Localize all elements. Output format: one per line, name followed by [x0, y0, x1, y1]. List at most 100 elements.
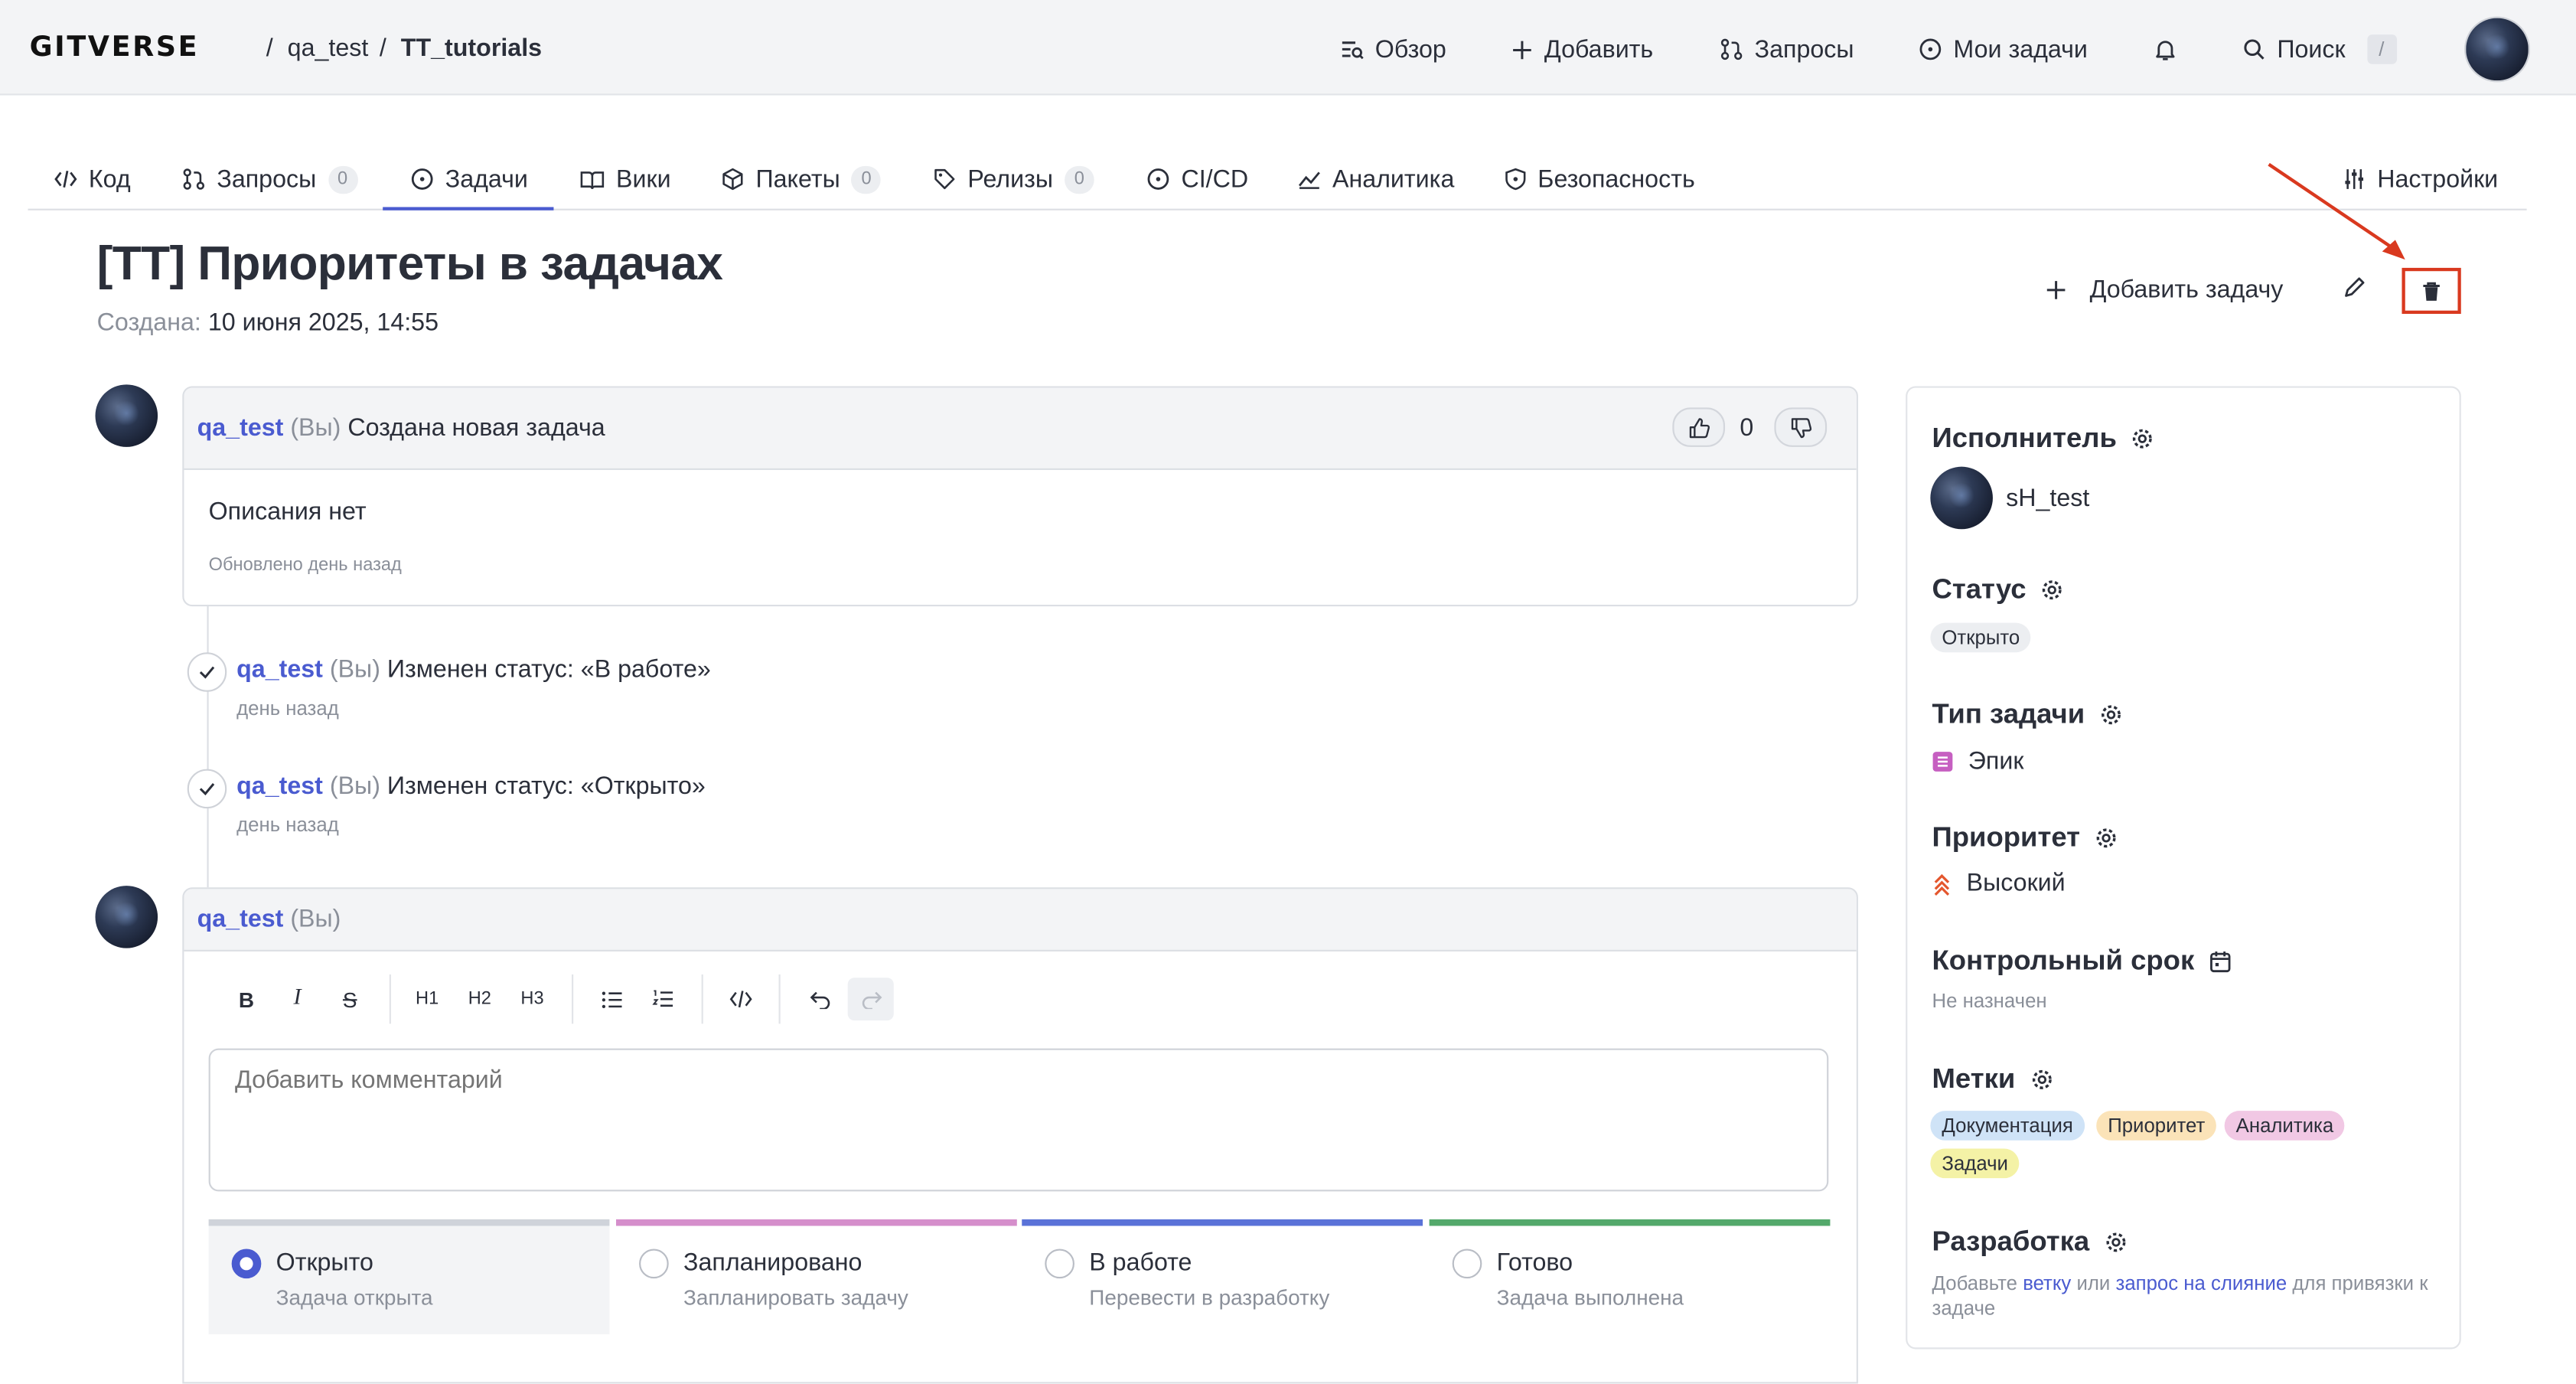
assignee-name[interactable]: sH_test [2006, 485, 2089, 512]
development-section: Разработка [1932, 1226, 2128, 1258]
priority-label: Высокий [1966, 869, 2066, 898]
issue-sidebar: Исполнитель sH_test Статус Открыто Тип з… [1906, 386, 2461, 1350]
status-radio[interactable] [1452, 1249, 1482, 1279]
thumbs-down-button[interactable] [1774, 407, 1828, 447]
user-avatar[interactable] [2464, 16, 2530, 83]
event-text: Изменен статус: «В работе» [386, 655, 711, 684]
composer-author[interactable]: qa_test [197, 906, 284, 933]
heading2-button[interactable]: H2 [457, 978, 503, 1020]
tab-wiki[interactable]: Вики [580, 151, 671, 207]
merge-request-link[interactable]: запрос на слияние [2116, 1272, 2287, 1295]
bold-button[interactable]: B [223, 978, 269, 1020]
tab-packages-count: 0 [851, 165, 882, 194]
calendar-icon[interactable] [2209, 950, 2231, 973]
add-task-label: Добавить задачу [2089, 275, 2284, 304]
tab-code[interactable]: Код [54, 151, 131, 207]
gear-icon[interactable] [2030, 1068, 2053, 1091]
thumbs-up-button[interactable] [1672, 407, 1726, 447]
status-heading: Статус [1932, 573, 2027, 605]
tag-icon [933, 168, 956, 191]
nav-overview[interactable]: Обзор [1341, 31, 1446, 67]
branch-link[interactable]: ветку [2023, 1272, 2071, 1295]
code-block-button[interactable] [718, 978, 764, 1020]
tab-releases[interactable]: Релизы 0 [933, 151, 1094, 207]
italic-button[interactable]: I [274, 978, 320, 1020]
bullet-list-button[interactable] [589, 978, 634, 1020]
description-card-header: qa_test (Вы) Создана новая задача 0 [184, 387, 1857, 470]
heading3-button[interactable]: H3 [509, 978, 555, 1020]
priority-heading: Приоритет [1932, 821, 2081, 854]
breadcrumb-owner[interactable]: qa_test [288, 34, 369, 62]
plus-icon [2046, 279, 2067, 300]
gear-icon[interactable] [2100, 703, 2123, 726]
description-card: qa_test (Вы) Создана новая задача 0 Опис… [182, 386, 1858, 607]
tab-cicd[interactable]: CI/CD [1146, 151, 1248, 207]
issue-circle-icon [1919, 38, 1942, 60]
nav-my-tasks-label: Мои задачи [1953, 35, 2088, 64]
strike-button[interactable]: S [327, 978, 373, 1020]
gear-icon[interactable] [2131, 427, 2154, 450]
undo-button[interactable] [797, 978, 843, 1020]
gear-icon[interactable] [2095, 827, 2118, 850]
created-label: Создана: [96, 308, 201, 338]
nav-requests-label: Запросы [1754, 35, 1854, 64]
nav-add[interactable]: Добавить [1511, 31, 1653, 67]
event-line: qa_test (Вы) Изменен статус: «Открыто» [236, 772, 706, 800]
status-option-in-progress[interactable]: В работе Перевести в разработку [1022, 1219, 1423, 1334]
tab-security[interactable]: Безопасность [1505, 151, 1695, 207]
status-name: В работе [1089, 1249, 1192, 1277]
status-name: Запланировано [683, 1249, 862, 1277]
toolbar-divider [572, 974, 574, 1024]
tab-packages[interactable]: Пакеты 0 [721, 151, 882, 207]
tab-analytics[interactable]: Аналитика [1298, 151, 1454, 207]
ordered-list-icon [651, 989, 673, 1009]
priority-value: Высокий [1932, 870, 2066, 897]
shield-icon [1505, 168, 1526, 191]
heading1-button[interactable]: H1 [404, 978, 450, 1020]
edit-button[interactable] [2343, 276, 2366, 299]
labels-heading: Метки [1932, 1062, 2016, 1095]
gear-icon[interactable] [2041, 579, 2064, 602]
plus-icon [1511, 38, 1533, 60]
check-icon [199, 665, 215, 679]
trash-icon [2421, 280, 2441, 302]
tab-analytics-label: Аналитика [1332, 165, 1455, 194]
tab-requests[interactable]: Запросы 0 [182, 151, 357, 207]
status-radio-selected[interactable] [231, 1249, 262, 1279]
event-author[interactable]: qa_test [236, 772, 323, 800]
status-option-open[interactable]: Открыто Задача открыта [208, 1219, 610, 1335]
composer-avatar [95, 886, 158, 948]
nav-requests[interactable]: Запросы [1720, 31, 1854, 67]
search-icon [2242, 38, 2265, 60]
deadline-heading: Контрольный срок [1932, 945, 2195, 977]
gitverse-logo[interactable]: GITVERSE [30, 31, 200, 64]
status-option-planned[interactable]: Запланировано Запланировать задачу [616, 1219, 1017, 1334]
labels-section: Метки [1932, 1063, 2053, 1096]
comment-author[interactable]: qa_test [197, 414, 284, 442]
nav-overview-label: Обзор [1374, 35, 1446, 64]
assignee-heading: Исполнитель [1932, 422, 2117, 454]
comment-input[interactable] [208, 1048, 1829, 1192]
status-radio[interactable] [1045, 1249, 1074, 1279]
ordered-list-button[interactable] [639, 978, 685, 1020]
breadcrumb-repo[interactable]: TT_tutorials [401, 34, 542, 62]
search-button[interactable]: Поиск / [2242, 31, 2397, 67]
notifications-button[interactable] [2154, 31, 2177, 67]
add-task-button[interactable]: Добавить задачу [2046, 273, 2284, 305]
tab-tasks[interactable]: Задачи [382, 151, 556, 211]
redo-button[interactable] [847, 978, 894, 1021]
package-icon [721, 168, 744, 191]
tab-releases-label: Релизы [967, 165, 1054, 194]
composer-meta: qa_test (Вы) [197, 906, 341, 933]
status-radio[interactable] [639, 1249, 669, 1279]
nav-my-tasks[interactable]: Мои задачи [1919, 31, 2088, 67]
delete-button[interactable] [2402, 267, 2461, 315]
type-heading: Тип задачи [1932, 698, 2085, 730]
repo-tabs: Код Запросы 0 Задачи Вики Пакеты 0 Релиз… [28, 151, 2527, 211]
you-label: (Вы) [290, 413, 341, 442]
event-check [187, 652, 227, 692]
type-value: Эпик [1932, 748, 2023, 775]
event-author[interactable]: qa_test [236, 656, 323, 684]
gear-icon[interactable] [2105, 1231, 2128, 1254]
status-option-done[interactable]: Готово Задача выполнена [1429, 1219, 1831, 1334]
